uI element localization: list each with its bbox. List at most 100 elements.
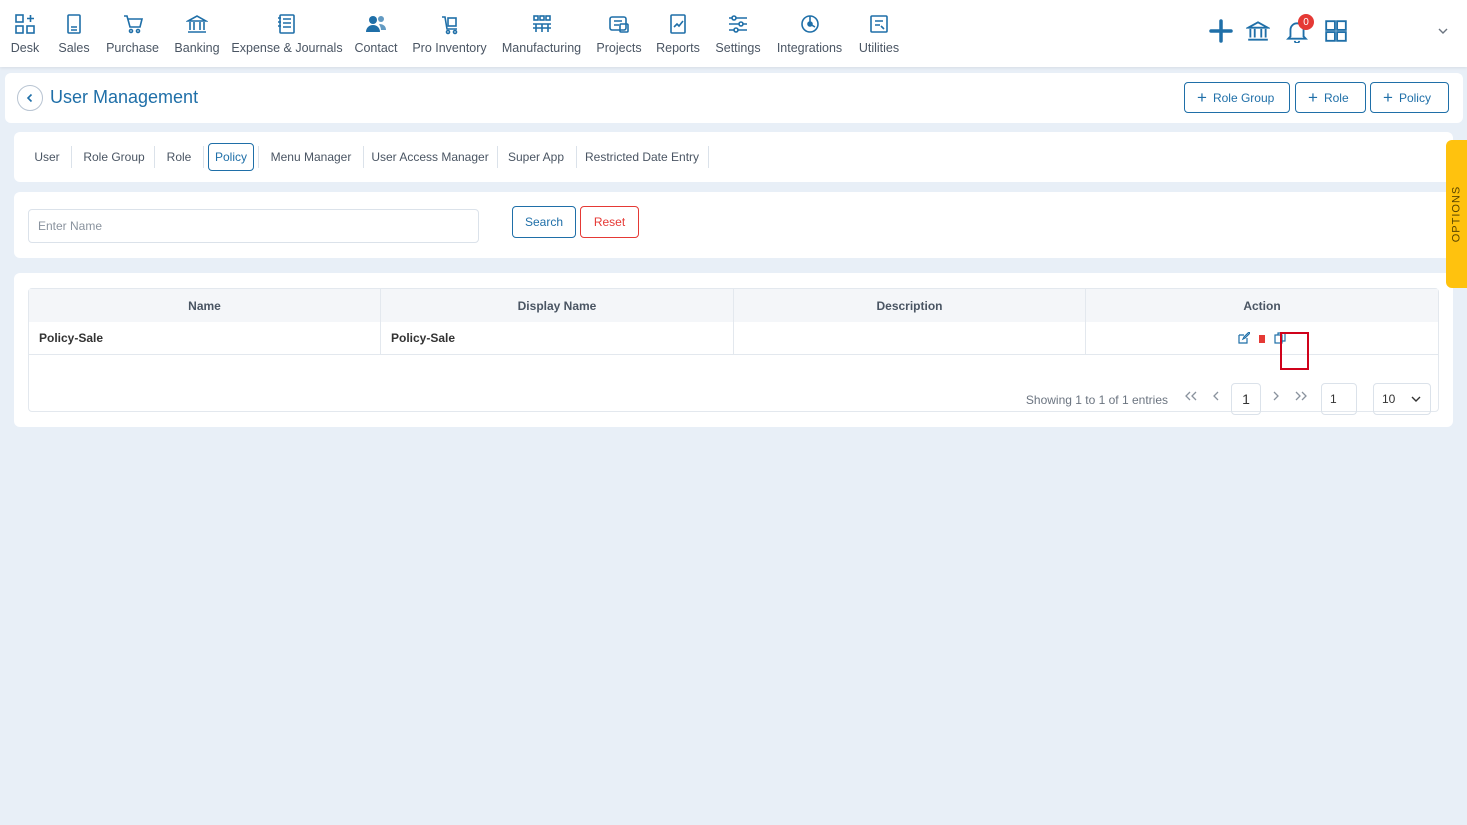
nav-item-projects[interactable]: Projects bbox=[596, 0, 642, 67]
nav-item-purchase[interactable]: Purchase bbox=[105, 0, 160, 67]
cell-actions bbox=[1086, 322, 1438, 354]
plus-icon: + bbox=[1383, 88, 1393, 107]
search-panel: Search Reset bbox=[14, 192, 1453, 258]
add-icon[interactable] bbox=[1207, 17, 1235, 45]
current-page[interactable]: 1 bbox=[1231, 383, 1261, 415]
sales-icon bbox=[62, 12, 86, 36]
nav-label: Reports bbox=[656, 41, 700, 55]
nav-label: Expense & Journals bbox=[231, 41, 343, 55]
plus-icon: + bbox=[1308, 88, 1318, 107]
manufacturing-icon bbox=[530, 12, 554, 36]
utilities-icon bbox=[867, 12, 891, 36]
goto-page-input[interactable]: 1 bbox=[1321, 383, 1357, 415]
nav-label: Contact bbox=[354, 41, 398, 55]
add-role-group-button[interactable]: + Role Group bbox=[1184, 82, 1290, 113]
bank-icon bbox=[185, 12, 209, 36]
last-page-icon[interactable] bbox=[1291, 385, 1311, 407]
first-page-icon[interactable] bbox=[1181, 385, 1201, 407]
button-label: Role Group bbox=[1212, 90, 1275, 105]
chevron-down-icon bbox=[1411, 396, 1421, 402]
cell-description bbox=[734, 322, 1086, 354]
nav-label: Pro Inventory bbox=[412, 41, 487, 55]
page-title: User Management bbox=[50, 87, 199, 107]
profile-dropdown-chevron-icon[interactable] bbox=[1429, 17, 1457, 45]
page-header: User Management + Role Group + Role + Polic… bbox=[5, 73, 1463, 123]
policy-table: Name Display Name Description Action Pol… bbox=[28, 288, 1439, 415]
copy-icon[interactable] bbox=[1273, 331, 1287, 345]
cart-icon bbox=[121, 12, 145, 36]
search-button[interactable]: Search bbox=[512, 206, 576, 238]
chevron-left-icon bbox=[26, 93, 33, 103]
nav-label: Settings bbox=[715, 41, 761, 55]
nav-item-expense-journals[interactable]: Expense & Journals bbox=[231, 0, 343, 67]
add-policy-button[interactable]: + Policy bbox=[1370, 82, 1449, 113]
nav-label: Sales bbox=[58, 41, 90, 55]
tab-super-app[interactable]: Super App bbox=[506, 143, 566, 171]
notification-bell-icon[interactable]: 0 bbox=[1283, 14, 1314, 45]
nav-item-desk[interactable]: Desk bbox=[8, 0, 42, 67]
nav-item-settings[interactable]: Settings bbox=[714, 0, 762, 67]
divider bbox=[71, 146, 72, 168]
page-size-value: 10 bbox=[1382, 392, 1396, 406]
policy-table-panel: Name Display Name Description Action Pol… bbox=[14, 273, 1453, 427]
column-header-name[interactable]: Name bbox=[29, 289, 381, 322]
column-header-action: Action bbox=[1243, 298, 1281, 313]
tab-menu-manager[interactable]: Menu Manager bbox=[268, 143, 354, 171]
contact-icon bbox=[364, 12, 388, 36]
nav-label: Desk bbox=[10, 41, 40, 55]
table-header: Name Display Name Description Action bbox=[29, 289, 1438, 322]
next-page-icon[interactable] bbox=[1266, 385, 1286, 407]
tab-bar: User Role Group Role Policy Menu Manager… bbox=[14, 132, 1453, 182]
divider bbox=[708, 146, 709, 168]
column-header-display-name[interactable]: Display Name bbox=[381, 289, 734, 322]
nav-label: Purchase bbox=[106, 41, 159, 55]
settings-icon bbox=[726, 12, 750, 36]
nav-item-banking[interactable]: Banking bbox=[173, 0, 221, 67]
nav-label: Utilities bbox=[858, 41, 900, 55]
nav-item-pro-inventory[interactable]: Pro Inventory bbox=[412, 0, 487, 67]
column-header-description[interactable]: Description bbox=[734, 289, 1086, 322]
options-label: OPTIONS bbox=[1450, 185, 1463, 243]
divider bbox=[497, 146, 498, 168]
inventory-icon bbox=[438, 12, 462, 36]
page-size-select[interactable]: 10 bbox=[1373, 383, 1431, 415]
divider bbox=[154, 146, 155, 168]
tab-user[interactable]: User bbox=[28, 143, 66, 171]
divider bbox=[576, 146, 577, 168]
divider bbox=[258, 146, 259, 168]
journal-icon bbox=[275, 12, 299, 36]
options-side-tab[interactable]: OPTIONS bbox=[1446, 140, 1467, 288]
name-search-input[interactable] bbox=[28, 209, 479, 243]
nav-item-contact[interactable]: Contact bbox=[353, 0, 399, 67]
tab-policy[interactable]: Policy bbox=[208, 143, 254, 171]
apps-grid-icon[interactable] bbox=[1322, 17, 1350, 45]
previous-page-icon[interactable] bbox=[1206, 385, 1226, 407]
tab-role[interactable]: Role bbox=[164, 143, 194, 171]
tab-role-group[interactable]: Role Group bbox=[81, 143, 147, 171]
delete-icon[interactable] bbox=[1255, 331, 1269, 345]
divider bbox=[203, 146, 204, 168]
pagination-info: Showing 1 to 1 of 1 entries bbox=[1025, 393, 1168, 407]
button-label: Policy bbox=[1398, 90, 1431, 105]
nav-item-utilities[interactable]: Utilities bbox=[857, 0, 901, 67]
tab-restricted-date-entry[interactable]: Restricted Date Entry bbox=[585, 143, 699, 171]
nav-item-sales[interactable]: Sales bbox=[57, 0, 91, 67]
nav-item-reports[interactable]: Reports bbox=[655, 0, 701, 67]
back-button[interactable] bbox=[17, 85, 43, 111]
nav-label: Projects bbox=[596, 41, 642, 55]
nav-label: Manufacturing bbox=[501, 41, 582, 55]
edit-icon[interactable] bbox=[1237, 331, 1251, 345]
projects-icon bbox=[607, 12, 631, 36]
tab-user-access-manager[interactable]: User Access Manager bbox=[371, 143, 488, 171]
button-label: Role bbox=[1323, 90, 1349, 105]
integrations-icon bbox=[798, 12, 822, 36]
plus-icon: + bbox=[1197, 88, 1207, 107]
cell-name: Policy-Sale bbox=[29, 322, 381, 354]
bank-shortcut-icon[interactable] bbox=[1244, 17, 1272, 45]
nav-item-integrations[interactable]: Integrations bbox=[775, 0, 844, 67]
add-role-button[interactable]: + Role bbox=[1295, 82, 1366, 113]
cell-display-name: Policy-Sale bbox=[381, 322, 734, 354]
nav-label: Banking bbox=[174, 41, 220, 55]
nav-item-manufacturing[interactable]: Manufacturing bbox=[500, 0, 583, 67]
reset-button[interactable]: Reset bbox=[580, 206, 639, 238]
